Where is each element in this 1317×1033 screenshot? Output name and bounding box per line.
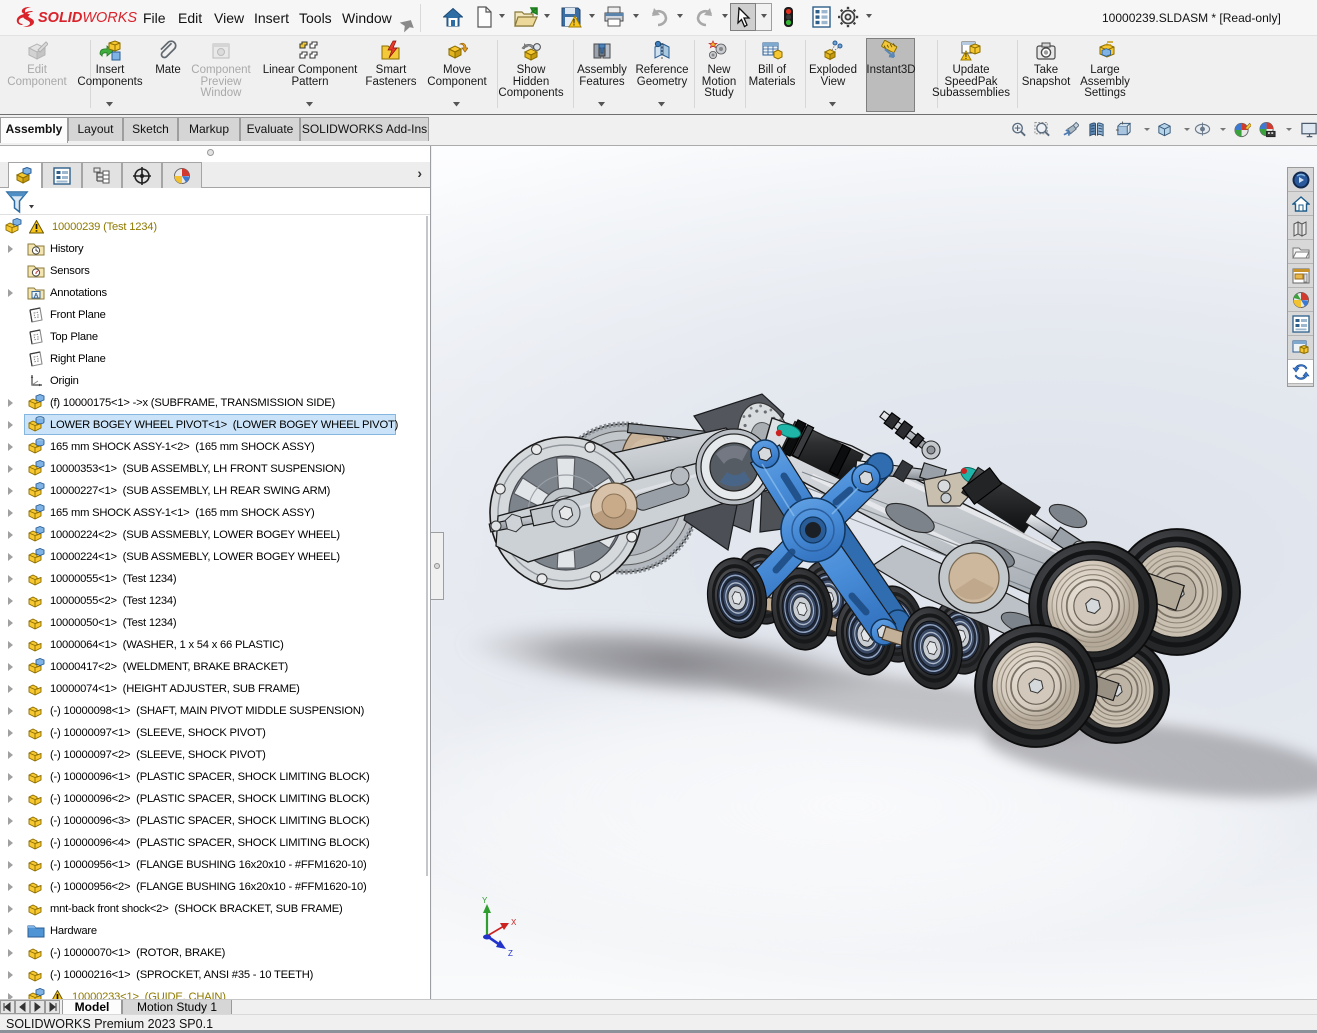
svg-text:Z: Z [508,949,513,958]
svg-text:!: ! [965,52,968,61]
svg-text:Y: Y [482,896,488,905]
svg-text:SOLIDWORKS: SOLIDWORKS [38,10,137,26]
svg-text:A: A [34,293,39,300]
svg-text:X: X [511,918,517,927]
svg-text:!: ! [573,18,576,28]
